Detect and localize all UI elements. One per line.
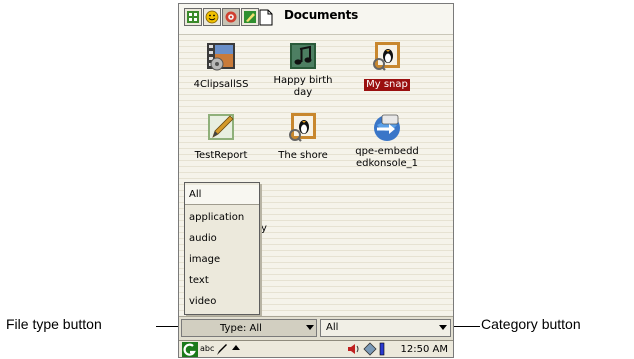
category-value: All (326, 322, 339, 333)
category-button[interactable]: All (320, 319, 451, 337)
document-item[interactable]: 4ClipsallSS (180, 40, 262, 91)
document-item[interactable]: The shore (262, 111, 344, 162)
battery-icon[interactable] (379, 342, 385, 356)
network-icon[interactable] (363, 342, 377, 356)
document-label: qpe-embedd edkonsole_1 (353, 146, 421, 170)
grid-apps-icon (187, 11, 199, 23)
speaker-icon[interactable] (347, 342, 361, 356)
document-item[interactable]: qpe-embedd edkonsole_1 (344, 111, 430, 170)
music-icon (290, 43, 316, 69)
tab-games[interactable] (203, 8, 221, 26)
filter-bar: Type: All All (179, 316, 453, 340)
document-item[interactable]: Happy birth day (262, 40, 344, 99)
tab-bar: Documents (179, 4, 453, 35)
menu-item-all[interactable]: All (185, 185, 259, 205)
tab-settings[interactable] (222, 8, 240, 26)
smiley-icon (205, 10, 219, 24)
label-line: qpe-embedd (355, 146, 419, 157)
settings-icon (225, 11, 237, 23)
menu-item-application[interactable]: application (185, 208, 259, 228)
pencil-document-icon (208, 114, 234, 140)
document-label: 4ClipsallSS (193, 79, 249, 90)
document-item-selected[interactable]: My snap (344, 40, 430, 91)
file-type-menu: All application audio image text video (184, 182, 260, 315)
document-label: Happy birth day (272, 75, 335, 99)
pen-input-icon[interactable] (216, 342, 228, 356)
file-type-value: Type: All (220, 323, 262, 334)
menu-item-image[interactable]: image (185, 250, 259, 270)
category-callout-line (450, 326, 480, 327)
device-screen: Documents 4ClipsallSS Happy birth day My… (178, 3, 454, 358)
input-method-label[interactable]: abc (200, 344, 214, 353)
category-callout: Category button (481, 316, 581, 332)
chevron-down-icon (306, 325, 314, 330)
penguin-image-icon (373, 42, 400, 71)
label-line: day (293, 87, 313, 98)
menu-item-audio[interactable]: audio (185, 229, 259, 249)
file-type-callout: File type button (6, 316, 102, 332)
hidden-label-fragment: y (261, 223, 267, 234)
document-label: The shore (278, 150, 328, 161)
globe-arrow-icon (374, 114, 400, 141)
document-item[interactable]: TestReport (180, 111, 262, 162)
label-line: Happy birth (273, 75, 333, 86)
label-line: edkonsole_1 (355, 158, 418, 169)
document-label: TestReport (194, 150, 248, 161)
menu-item-video[interactable]: video (185, 292, 259, 312)
video-film-icon (207, 43, 235, 71)
chevron-up-icon[interactable] (232, 345, 240, 350)
start-menu-icon[interactable] (182, 342, 198, 358)
tab-documents-edit[interactable] (241, 8, 259, 26)
tab-applications[interactable] (184, 8, 202, 26)
penguin-image-icon (289, 113, 316, 142)
edit-green-icon (244, 11, 256, 23)
clock[interactable]: 12:50 AM (401, 344, 448, 355)
file-type-button[interactable]: Type: All (181, 319, 317, 337)
document-icon[interactable] (258, 9, 274, 26)
taskbar: abc 12:50 AM (179, 340, 453, 358)
document-label: My snap (364, 79, 410, 91)
chevron-down-icon (439, 325, 447, 330)
menu-item-text[interactable]: text (185, 271, 259, 291)
window-title: Documents (284, 8, 359, 22)
